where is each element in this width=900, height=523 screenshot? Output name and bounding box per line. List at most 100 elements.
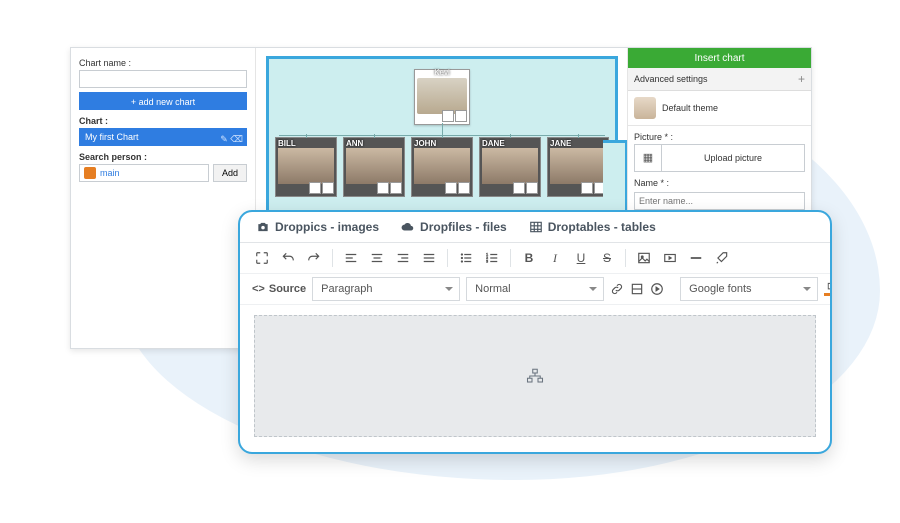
content-editor-popup: Droppics - images Dropfiles - files Drop… — [238, 210, 832, 454]
tab-droptables[interactable]: Droptables - tables — [529, 220, 656, 234]
node-edit-icon[interactable] — [458, 182, 470, 194]
node-move-icon[interactable] — [377, 182, 389, 194]
link-icon[interactable] — [610, 279, 624, 299]
org-chart-placeholder-icon — [526, 367, 544, 385]
node-move-icon[interactable] — [445, 182, 457, 194]
org-node-child[interactable]: JOHN — [411, 137, 473, 197]
svg-text:3: 3 — [486, 260, 488, 264]
upload-picture-button[interactable]: ▦ Upload picture — [634, 144, 805, 172]
theme-name: Default theme — [662, 103, 718, 113]
org-children-row: BILL ANN JOHN DANE JANE — [275, 137, 609, 197]
org-node-name: ANN — [346, 139, 363, 148]
name-input[interactable] — [634, 192, 805, 210]
strikethrough-icon[interactable]: S — [597, 248, 617, 268]
image-icon: ▦ — [635, 145, 662, 171]
anchor-icon[interactable] — [630, 279, 644, 299]
hr-icon[interactable] — [686, 248, 706, 268]
editor-toolbar-row-1: 123 B I U S — [240, 243, 830, 274]
chart-select-label: Chart : — [79, 116, 247, 126]
add-person-button[interactable]: Add — [213, 164, 247, 182]
search-person-value: main — [100, 168, 120, 178]
tab-dropfiles[interactable]: Dropfiles - files — [401, 220, 507, 234]
org-node-name: BILL — [278, 139, 296, 148]
org-node-root[interactable]: Kevi — [414, 69, 470, 125]
avatar — [346, 148, 402, 184]
node-edit-icon[interactable] — [526, 182, 538, 194]
source-label: Source — [269, 283, 306, 295]
editor-toolbar-row-2: <> Source Paragraph Normal Google fonts … — [240, 274, 830, 305]
avatar — [550, 148, 606, 184]
add-new-chart-button[interactable]: + add new chart — [79, 92, 247, 110]
paragraph-format-select[interactable]: Paragraph — [312, 277, 460, 301]
editor-content-dropzone[interactable] — [254, 315, 816, 437]
search-person-input[interactable]: main — [79, 164, 209, 182]
advanced-settings-label: Advanced settings — [634, 74, 708, 84]
bold-icon[interactable]: B — [519, 248, 539, 268]
chart-select-actions[interactable]: ✎ ⌫ — [220, 130, 243, 148]
format-paint-icon[interactable] — [712, 248, 732, 268]
editor-tabs: Droppics - images Dropfiles - files Drop… — [240, 212, 830, 243]
org-node-child[interactable]: BILL — [275, 137, 337, 197]
play-circle-icon[interactable] — [650, 279, 664, 299]
align-justify-icon[interactable] — [419, 248, 439, 268]
redo-icon[interactable] — [304, 248, 324, 268]
undo-icon[interactable] — [278, 248, 298, 268]
image-icon[interactable] — [634, 248, 654, 268]
chart-name-input[interactable] — [79, 70, 247, 88]
node-edit-icon[interactable] — [455, 110, 467, 122]
list-bullet-icon[interactable] — [456, 248, 476, 268]
plus-icon: + — [798, 68, 805, 90]
maximize-icon[interactable] — [252, 248, 272, 268]
tab-droppics[interactable]: Droppics - images — [256, 220, 379, 234]
source-toggle[interactable]: <> Source — [252, 283, 306, 295]
table-icon — [529, 220, 543, 234]
org-node-child[interactable]: ANN — [343, 137, 405, 197]
node-move-icon[interactable] — [442, 110, 454, 122]
search-person-label: Search person : — [79, 152, 247, 162]
org-node-name: DANE — [482, 139, 505, 148]
avatar — [414, 148, 470, 184]
avatar — [634, 97, 656, 119]
font-size-select[interactable]: Normal — [466, 277, 604, 301]
insert-chart-button[interactable]: Insert chart — [628, 48, 811, 68]
advanced-settings-toggle[interactable]: Advanced settings + — [628, 68, 811, 91]
theme-select[interactable]: Default theme — [628, 91, 811, 126]
code-icon: <> — [252, 283, 265, 295]
font-family-select[interactable]: Google fonts — [680, 277, 818, 301]
align-left-icon[interactable] — [341, 248, 361, 268]
select-value: Normal — [475, 283, 510, 295]
org-node-name: JOHN — [414, 139, 436, 148]
list-numbered-icon[interactable]: 123 — [482, 248, 502, 268]
tab-label: Droptables - tables — [548, 220, 656, 234]
align-right-icon[interactable] — [393, 248, 413, 268]
node-move-icon[interactable] — [581, 182, 593, 194]
tab-label: Droppics - images — [275, 220, 379, 234]
align-center-icon[interactable] — [367, 248, 387, 268]
picture-field-label: Picture * : — [628, 126, 811, 144]
org-node-child[interactable]: DANE — [479, 137, 541, 197]
select-value: Google fonts — [689, 283, 751, 295]
highlight-color-icon[interactable] — [824, 279, 832, 299]
chart-select[interactable]: My first Chart ✎ ⌫ — [79, 128, 247, 146]
cloud-icon — [401, 220, 415, 234]
org-node-name: JANE — [550, 139, 571, 148]
node-move-icon[interactable] — [309, 182, 321, 194]
canvas-selection-marker — [603, 140, 628, 216]
upload-picture-label: Upload picture — [662, 153, 804, 163]
name-field-label: Name * : — [628, 172, 811, 190]
avatar — [278, 148, 334, 184]
select-value: Paragraph — [321, 283, 372, 295]
node-move-icon[interactable] — [513, 182, 525, 194]
underline-icon[interactable]: U — [571, 248, 591, 268]
org-chart-canvas[interactable]: Kevi BILL ANN JOHN DANE JANE — [266, 56, 618, 216]
video-icon[interactable] — [660, 248, 680, 268]
node-edit-icon[interactable] — [322, 182, 334, 194]
org-node-name: Kevi — [415, 68, 469, 77]
camera-icon — [256, 220, 270, 234]
tab-label: Dropfiles - files — [420, 220, 507, 234]
chart-name-label: Chart name : — [79, 58, 247, 68]
italic-icon[interactable]: I — [545, 248, 565, 268]
node-edit-icon[interactable] — [390, 182, 402, 194]
builder-left-panel: Chart name : + add new chart Chart : My … — [71, 48, 256, 348]
org-node-child[interactable]: JANE — [547, 137, 609, 197]
